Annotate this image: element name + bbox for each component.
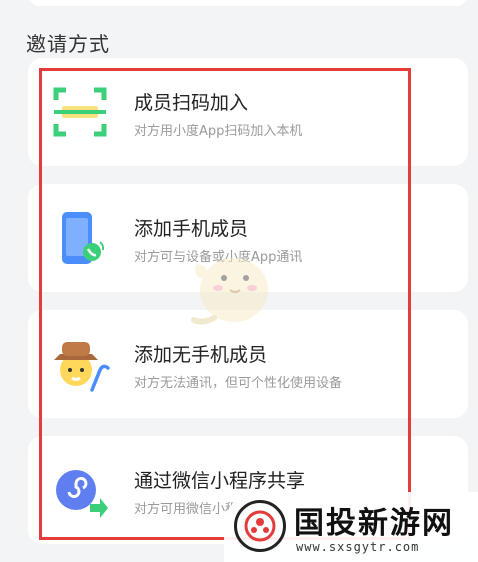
section-title: 邀请方式 [26,32,110,56]
previous-card-edge [28,0,468,6]
method-title: 添加无手机成员 [134,344,268,366]
invite-method-scan[interactable]: 成员扫码加入 对方用小度App扫码加入本机 [28,58,468,166]
method-desc: 对方无法通讯，但可个性化使用设备 [134,376,343,391]
mini-program-icon [50,460,110,520]
method-desc: 对方用小度App扫码加入本机 [134,124,303,139]
site-url: www.sxsgytr.com [296,540,420,554]
method-title: 添加手机成员 [134,218,249,240]
method-title: 成员扫码加入 [134,92,249,114]
site-logo-icon [234,500,286,552]
scan-icon [50,82,110,142]
phone-call-icon [50,208,110,268]
site-watermark: 国投新游网 www.sxsgytr.com [224,492,478,562]
method-title: 通过微信小程序共享 [134,470,306,492]
elder-cane-icon [50,334,110,394]
mascot-watermark [184,238,280,330]
site-title: 国投新游网 [294,506,454,541]
